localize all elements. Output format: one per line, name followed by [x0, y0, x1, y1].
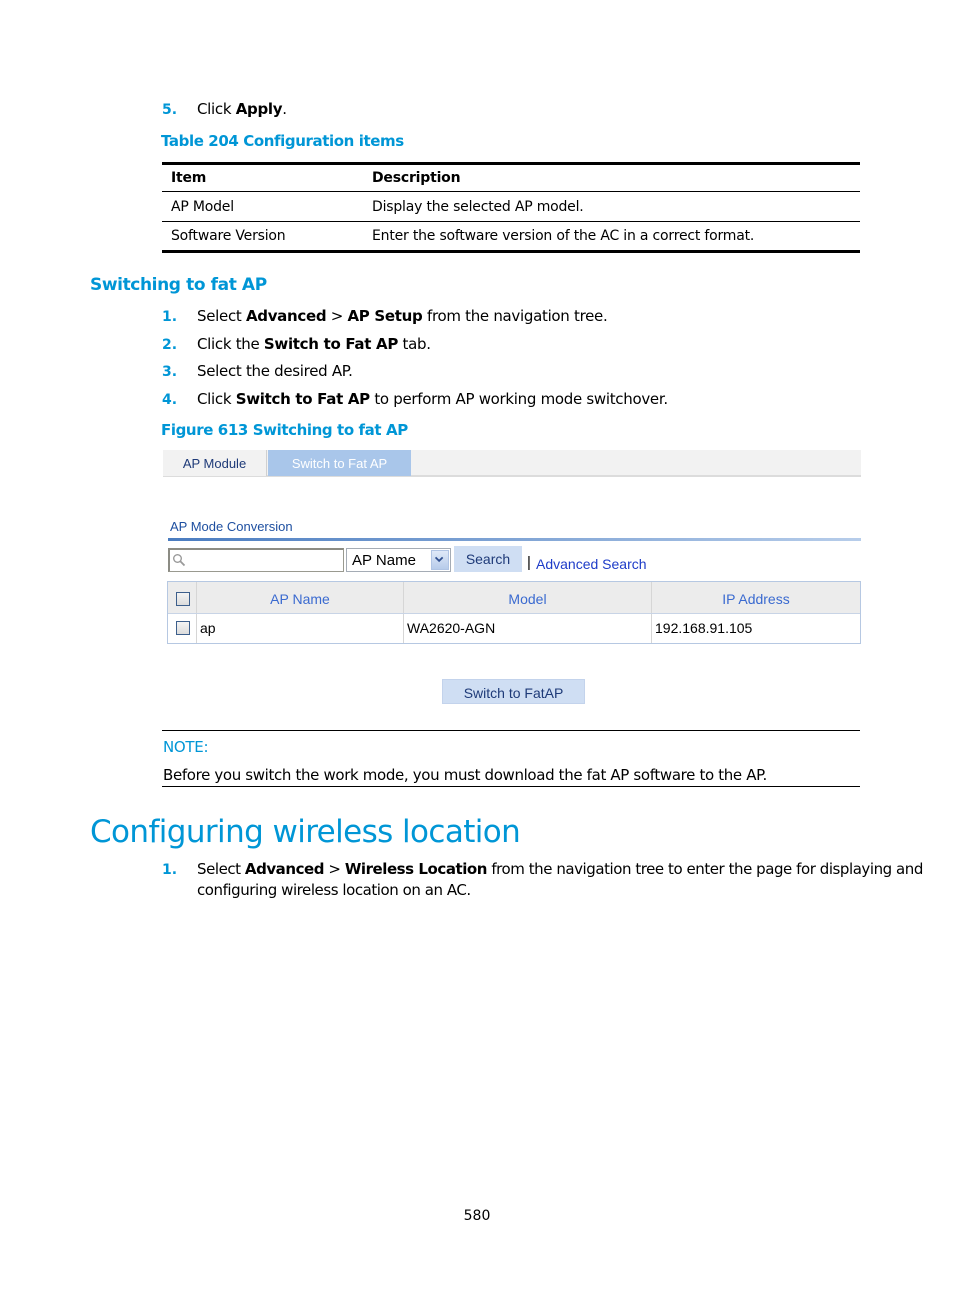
- bold-term: Wireless Location: [344, 860, 488, 878]
- bold-term: Apply: [235, 100, 283, 118]
- step-text: Select the desired AP.: [197, 362, 353, 380]
- step-number: 3.: [162, 364, 178, 380]
- separator: |: [527, 554, 531, 571]
- note-divider-bottom: [162, 786, 860, 787]
- bold-term: AP Setup: [347, 307, 423, 325]
- advanced-search-link[interactable]: Advanced Search: [536, 556, 647, 572]
- section-divider: [168, 538, 861, 541]
- table-row: Software Version Enter the software vers…: [162, 222, 860, 252]
- table-header-row: Item Description: [162, 163, 860, 192]
- figure-caption: Figure 613 Switching to fat AP: [161, 421, 408, 439]
- header-ip-address[interactable]: IP Address: [652, 582, 860, 613]
- chapter-heading: Configuring wireless location: [90, 814, 521, 850]
- tab-switch-to-fat-ap[interactable]: Switch to Fat AP: [268, 450, 411, 476]
- step-number: 5.: [162, 102, 178, 118]
- header-item: Item: [171, 170, 207, 186]
- search-icon: [173, 554, 186, 567]
- search-input[interactable]: [168, 548, 344, 572]
- table-row: AP Model Display the selected AP model.: [162, 192, 860, 222]
- bold-term: Switch to Fat AP: [235, 390, 370, 408]
- chevron-down-icon[interactable]: [431, 550, 449, 570]
- cell-ip-address: 192.168.91.105: [655, 620, 753, 636]
- ap-table-header: AP Name Model IP Address: [168, 582, 860, 614]
- table-row[interactable]: ap WA2620-AGN 192.168.91.105: [168, 614, 860, 643]
- row-checkbox-cell: [168, 614, 197, 643]
- section-heading: Switching to fat AP: [90, 275, 267, 295]
- ap-mode-conversion-title: AP Mode Conversion: [170, 519, 293, 534]
- header-ap-name[interactable]: AP Name: [197, 582, 404, 613]
- cell-ap-name: ap: [197, 614, 404, 643]
- note-text: Before you switch the work mode, you mus…: [163, 766, 767, 784]
- cell-description: Enter the software version of the AC in …: [372, 228, 755, 244]
- step-text: Select Advanced > Wireless Location from…: [197, 860, 923, 878]
- bold-term: Switch to Fat AP: [263, 335, 399, 353]
- step-number: 1.: [162, 862, 178, 878]
- search-button[interactable]: Search: [454, 546, 522, 572]
- step-number: 4.: [162, 392, 178, 408]
- header-model[interactable]: Model: [404, 582, 652, 613]
- step-number: 1.: [162, 309, 178, 325]
- step-text: Select Advanced > AP Setup from the navi…: [197, 307, 608, 325]
- note-label: NOTE:: [163, 738, 209, 756]
- header-checkbox-cell: [168, 582, 197, 613]
- step-text: Click Switch to Fat AP to perform AP wor…: [197, 390, 668, 408]
- step-text-continued: configuring wireless location on an AC.: [197, 881, 471, 899]
- table-caption: Table 204 Configuration items: [161, 132, 404, 150]
- bold-term: Advanced: [244, 860, 325, 878]
- cell-description: Display the selected AP model.: [372, 198, 584, 215]
- switch-to-fatap-button[interactable]: Switch to FatAP: [442, 679, 585, 704]
- search-field-select[interactable]: AP Name: [346, 548, 451, 572]
- tab-bar: AP Module Switch to Fat AP: [163, 450, 861, 477]
- bold-term: Advanced: [245, 307, 327, 325]
- note-divider-top: [162, 730, 860, 731]
- step-text: Click the Switch to Fat AP tab.: [197, 335, 431, 353]
- step-text: Click Apply.: [197, 100, 287, 118]
- configuration-items-table: Item Description AP Model Display the se…: [162, 162, 860, 253]
- select-all-checkbox[interactable]: [176, 592, 190, 606]
- row-checkbox[interactable]: [176, 621, 190, 635]
- select-value: AP Name: [352, 552, 416, 569]
- header-description: Description: [372, 170, 461, 186]
- ap-table: AP Name Model IP Address ap WA2620-AGN 1…: [167, 581, 861, 644]
- tab-ap-module[interactable]: AP Module: [163, 450, 267, 476]
- cell-item: Software Version: [171, 228, 286, 244]
- cell-item: AP Model: [171, 198, 234, 215]
- page-number: 580: [463, 1208, 491, 1224]
- step-number: 2.: [162, 337, 178, 353]
- cell-model: WA2620-AGN: [404, 614, 652, 643]
